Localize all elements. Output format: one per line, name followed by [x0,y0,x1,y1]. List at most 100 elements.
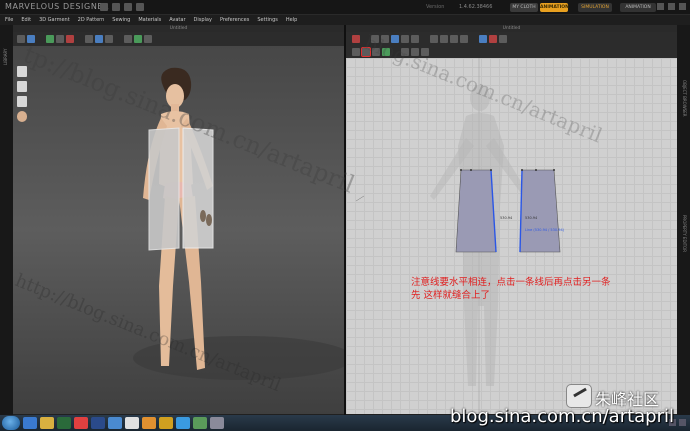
notch-tool-icon[interactable] [499,34,507,43]
toolbar-separator [118,35,119,43]
pattern-point [470,169,472,171]
shirt-icon[interactable] [17,66,27,77]
menu-2d-pattern[interactable]: 2D Pattern [74,15,109,25]
2d-toolbar-bottom [346,45,677,58]
animation-mode-button-2[interactable]: ANIMATION [620,3,656,12]
minimize-icon[interactable] [657,3,664,10]
library-strip[interactable]: LIBRARY [0,25,13,415]
transform-pattern-icon[interactable] [352,34,360,43]
app2-taskbar-icon[interactable] [159,417,173,429]
measurement-label-front: 530.94 [500,216,513,220]
pattern-point [460,169,462,171]
dart-tool-icon[interactable] [430,34,438,43]
circle-tool-icon[interactable] [411,34,419,43]
community-logo-icon [566,384,592,408]
app4-taskbar-icon[interactable] [210,417,224,429]
app3-taskbar-icon[interactable] [193,417,207,429]
simulate-icon[interactable] [27,35,35,43]
toolbar-separator [473,35,474,43]
menu-bar: File Edit 3D Garment 2D Pattern Sewing M… [0,15,690,25]
title-bar: MARVELOUS DESIGNER 4 Version 1.4.62.3846… [0,0,690,15]
2d-window-header: Untitled [346,25,677,32]
internal-polygon-icon[interactable] [450,34,458,43]
explorer-taskbar-icon[interactable] [40,417,54,429]
edit-point-icon[interactable] [371,34,379,43]
internal-line-icon[interactable] [440,34,448,43]
menu-help[interactable]: Help [282,15,301,25]
graphic-tool-icon[interactable] [489,34,497,43]
photoshop-taskbar-icon[interactable] [91,417,105,429]
toolbar-separator [424,35,425,43]
fold-arrange-icon[interactable] [401,47,409,56]
media-taskbar-icon[interactable] [74,417,88,429]
texture-icon[interactable] [17,96,27,107]
my-cloth-button[interactable]: MY CLOTH [510,3,538,12]
save-icon[interactable] [100,3,108,11]
edit-sewing-icon[interactable] [352,47,360,56]
menu-file[interactable]: File [0,15,17,25]
toolbar-separator [79,35,80,43]
pattern-piece-left-3d [148,127,180,251]
right-panel-strip[interactable]: OBJECT BROWSER PROPERTY EDITOR [677,25,690,415]
version-value: 1.4.62.38466 [459,4,493,10]
ie-taskbar-icon[interactable] [23,417,37,429]
menu-sewing[interactable]: Sewing [108,15,134,25]
qq-taskbar-icon[interactable] [176,417,190,429]
3d-viewport[interactable] [13,46,344,414]
menu-materials[interactable]: Materials [134,15,165,25]
garment-tool-icon[interactable] [66,35,74,43]
nvidia-taskbar-icon[interactable] [57,417,71,429]
sewing-tool-icon[interactable] [134,35,142,43]
face-icon[interactable] [17,111,27,122]
rectangle-tool-icon[interactable] [401,34,409,43]
pattern-piece-back [519,169,561,253]
menu-avatar[interactable]: Avatar [165,15,189,25]
menu-settings[interactable]: Settings [253,15,282,25]
internal-rectangle-icon[interactable] [460,34,468,43]
tack-arrange-icon[interactable] [411,47,419,56]
2d-pattern-viewport[interactable]: 530.94 530.94 Line (530.94 / 530.94) 注意线… [346,58,677,414]
select-mesh-tool-icon[interactable] [17,35,25,43]
tack-tool-icon[interactable] [46,35,54,43]
menu-preferences[interactable]: Preferences [216,15,253,25]
app-window: MARVELOUS DESIGNER 4 Version 1.4.62.3846… [0,0,690,431]
fold-tool-icon[interactable] [85,35,93,43]
polygon-tool-icon[interactable] [391,34,399,43]
open-icon[interactable] [112,3,120,11]
symmetric-icon[interactable] [421,47,429,56]
pattern-point [521,169,523,171]
close-icon[interactable] [679,3,686,10]
menu-display[interactable]: Display [190,15,216,25]
seam-length-label: Line (530.94 / 530.94) [525,228,565,232]
chrome-taskbar-icon[interactable] [125,417,139,429]
3d-window-header: Untitled [13,25,344,32]
record-tool-icon[interactable] [144,35,152,43]
free-sewing-icon[interactable] [372,47,380,56]
maximize-icon[interactable] [668,3,675,10]
arrangement-tool-icon[interactable] [124,35,132,43]
menu-3d-garment[interactable]: 3D Garment [35,15,74,25]
fabric-tool-icon[interactable] [95,35,103,43]
marvelous-taskbar-icon[interactable] [142,417,156,429]
3d-toolbar [13,32,344,46]
menu-edit[interactable]: Edit [17,15,35,25]
avatar-silhouette-head [470,85,490,111]
undo-icon[interactable] [124,3,132,11]
app-taskbar-icon[interactable] [108,417,122,429]
check-sewing-icon[interactable] [382,47,390,56]
edit-curve-icon[interactable] [381,34,389,43]
pin-tool-icon[interactable] [56,35,64,43]
tray-icon[interactable] [679,419,686,426]
texture-edit-icon[interactable] [479,34,487,43]
property-editor-tab-label: PROPERTY EDITOR [682,215,687,253]
simulation-mode-button[interactable]: SIMULATION [578,3,612,12]
avatar-icon[interactable] [17,81,27,92]
pattern-point [490,169,492,171]
pattern-piece-right-3d [182,127,214,249]
avatar-scene [133,67,344,380]
animation-mode-button[interactable]: ANIMATION [540,3,569,12]
start-button-icon[interactable] [2,416,20,430]
measure-tool-icon[interactable] [105,35,113,43]
redo-icon[interactable] [136,3,144,11]
segment-sewing-icon[interactable] [361,46,371,57]
